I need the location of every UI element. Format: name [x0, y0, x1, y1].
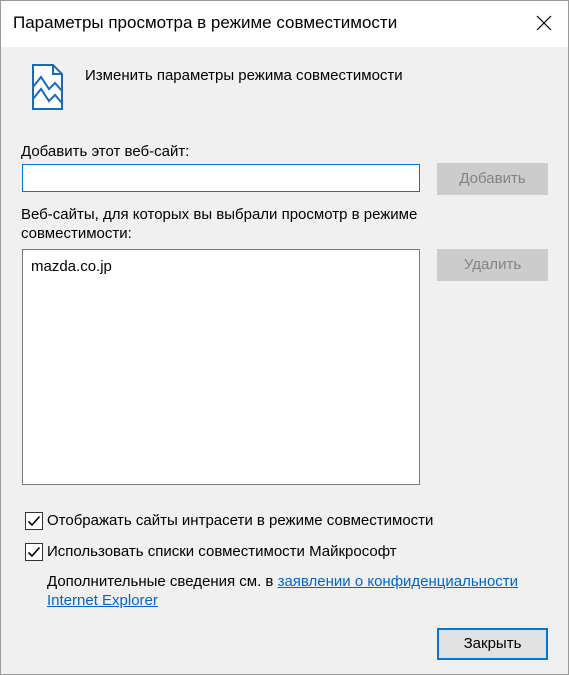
title-bar: Параметры просмотра в режиме совместимос… [1, 1, 568, 47]
intranet-checkbox[interactable] [25, 512, 43, 530]
websites-list-label: Веб-сайты, для которых вы выбрали просмо… [21, 206, 418, 242]
microsoft-lists-checkbox[interactable] [25, 543, 43, 561]
window-title: Параметры просмотра в режиме совместимос… [13, 13, 398, 32]
header-text: Изменить параметры режима совместимости [85, 67, 403, 84]
intranet-option-label: Отображать сайты интрасети в режиме совм… [47, 512, 434, 529]
list-item[interactable]: mazda.co.jp [31, 258, 112, 275]
close-window-button[interactable] [524, 5, 564, 41]
compatibility-view-icon [32, 64, 63, 110]
info-prefix: Дополнительные сведения см. в [47, 573, 278, 590]
header-row: Изменить параметры режима совместимости [25, 61, 545, 117]
add-website-label: Добавить этот веб-сайт: [21, 143, 190, 160]
checkmark-icon [27, 515, 41, 527]
microsoft-lists-option-label: Использовать списки совместимости Майкро… [47, 543, 397, 560]
compatibility-view-dialog: Параметры просмотра в режиме совместимос… [0, 0, 569, 675]
website-input[interactable] [22, 164, 420, 192]
remove-button[interactable]: Удалить [437, 249, 548, 281]
websites-listbox[interactable]: mazda.co.jp [22, 249, 420, 485]
checkmark-icon [27, 546, 41, 558]
close-button[interactable]: Закрыть [437, 628, 548, 660]
close-icon [536, 15, 552, 31]
info-text: Дополнительные сведения см. в заявлении … [47, 572, 547, 610]
add-button[interactable]: Добавить [437, 163, 548, 195]
